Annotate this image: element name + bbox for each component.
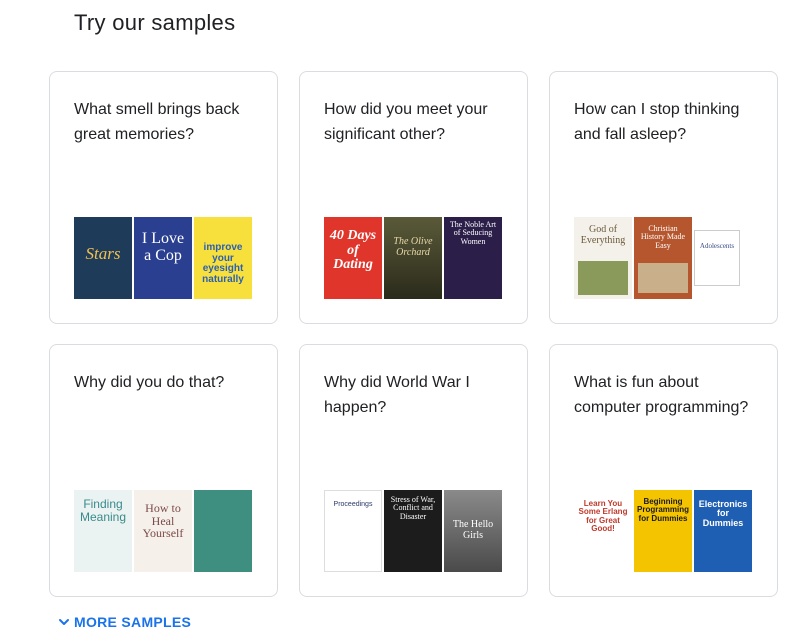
book-cover: The Hello Girls — [444, 490, 502, 572]
sample-card[interactable]: What smell brings back great memories? S… — [49, 71, 278, 324]
book-cover: Proceedings — [324, 490, 382, 572]
book-covers: Proceedings Stress of War, Conflict and … — [324, 490, 504, 572]
book-cover: How to Heal Yourself — [134, 490, 192, 572]
book-title: The Olive Orchard — [393, 236, 433, 258]
chevron-down-icon — [59, 619, 69, 625]
book-cover — [194, 490, 252, 572]
book-cover: Christian History Made Easy — [634, 217, 692, 299]
book-cover: Finding Meaning — [74, 490, 132, 572]
book-title: The Noble Art of Seducing Women — [449, 220, 497, 246]
book-title: 40 Days of Dating — [329, 228, 377, 273]
more-samples-button[interactable]: MORE SAMPLES — [58, 614, 191, 630]
book-covers: Learn You Some Erlang for Great Good! Be… — [574, 490, 754, 572]
book-cover: 40 Days of Dating — [324, 217, 382, 299]
sample-card[interactable]: How can I stop thinking and fall asleep?… — [549, 71, 778, 324]
sample-card[interactable]: Why did you do that? Finding Meaning How… — [49, 344, 278, 597]
cover-photo — [578, 261, 628, 295]
page-title: Try our samples — [74, 10, 236, 35]
sample-card[interactable]: Why did World War I happen? Proceedings … — [299, 344, 528, 597]
book-title: Learn You Some Erlang for Great Good! — [578, 499, 628, 534]
book-cover: The Noble Art of Seducing Women — [444, 217, 502, 299]
sample-question: How can I stop thinking and fall asleep? — [574, 101, 740, 143]
book-cover: I Love a Cop — [134, 217, 192, 299]
book-cover: Stars — [74, 217, 132, 299]
sample-question: How did you meet your significant other? — [324, 101, 488, 143]
book-title: Proceedings — [333, 501, 373, 508]
book-title: I Love a Cop — [141, 230, 185, 264]
book-title: Beginning Programming for Dummies — [637, 497, 690, 523]
sample-card[interactable]: What is fun about computer programming? … — [549, 344, 778, 597]
sample-question: What is fun about computer programming? — [574, 374, 749, 416]
book-cover: God of Everything — [574, 217, 632, 299]
book-title: improve your eyesight naturally — [202, 242, 244, 285]
book-title: The Hello Girls — [452, 519, 494, 541]
book-title: God of Everything — [580, 224, 626, 246]
book-title: Stars — [85, 244, 121, 263]
book-covers: Finding Meaning How to Heal Yourself — [74, 490, 254, 572]
sample-question: Why did World War I happen? — [324, 374, 470, 416]
book-title: Finding Meaning — [79, 497, 127, 524]
sample-card[interactable]: How did you meet your significant other?… — [299, 71, 528, 324]
book-title: Christian History Made Easy — [640, 224, 686, 250]
book-cover: The Olive Orchard — [384, 217, 442, 299]
more-samples-label: MORE SAMPLES — [74, 614, 192, 630]
book-covers: 40 Days of Dating The Olive Orchard The … — [324, 217, 504, 299]
book-title: How to Heal Yourself — [142, 501, 184, 541]
book-covers: God of Everything Christian History Made… — [574, 217, 742, 299]
book-cover: Beginning Programming for Dummies — [634, 490, 692, 572]
book-cover: improve your eyesight naturally — [194, 217, 252, 299]
book-title: Electronics for Dummies — [698, 499, 748, 528]
book-cover: Stress of War, Conflict and Disaster — [384, 490, 442, 572]
book-title: Stress of War, Conflict and Disaster — [390, 495, 436, 521]
book-cover: Learn You Some Erlang for Great Good! — [574, 490, 632, 572]
book-title: Adolescents — [699, 242, 735, 250]
sample-question: Why did you do that? — [74, 374, 225, 391]
book-cover: Electronics for Dummies — [694, 490, 752, 572]
sample-question: What smell brings back great memories? — [74, 101, 240, 143]
book-cover: Adolescents — [694, 230, 740, 286]
cover-photo — [638, 263, 688, 293]
book-covers: Stars I Love a Cop improve your eyesight… — [74, 217, 254, 299]
